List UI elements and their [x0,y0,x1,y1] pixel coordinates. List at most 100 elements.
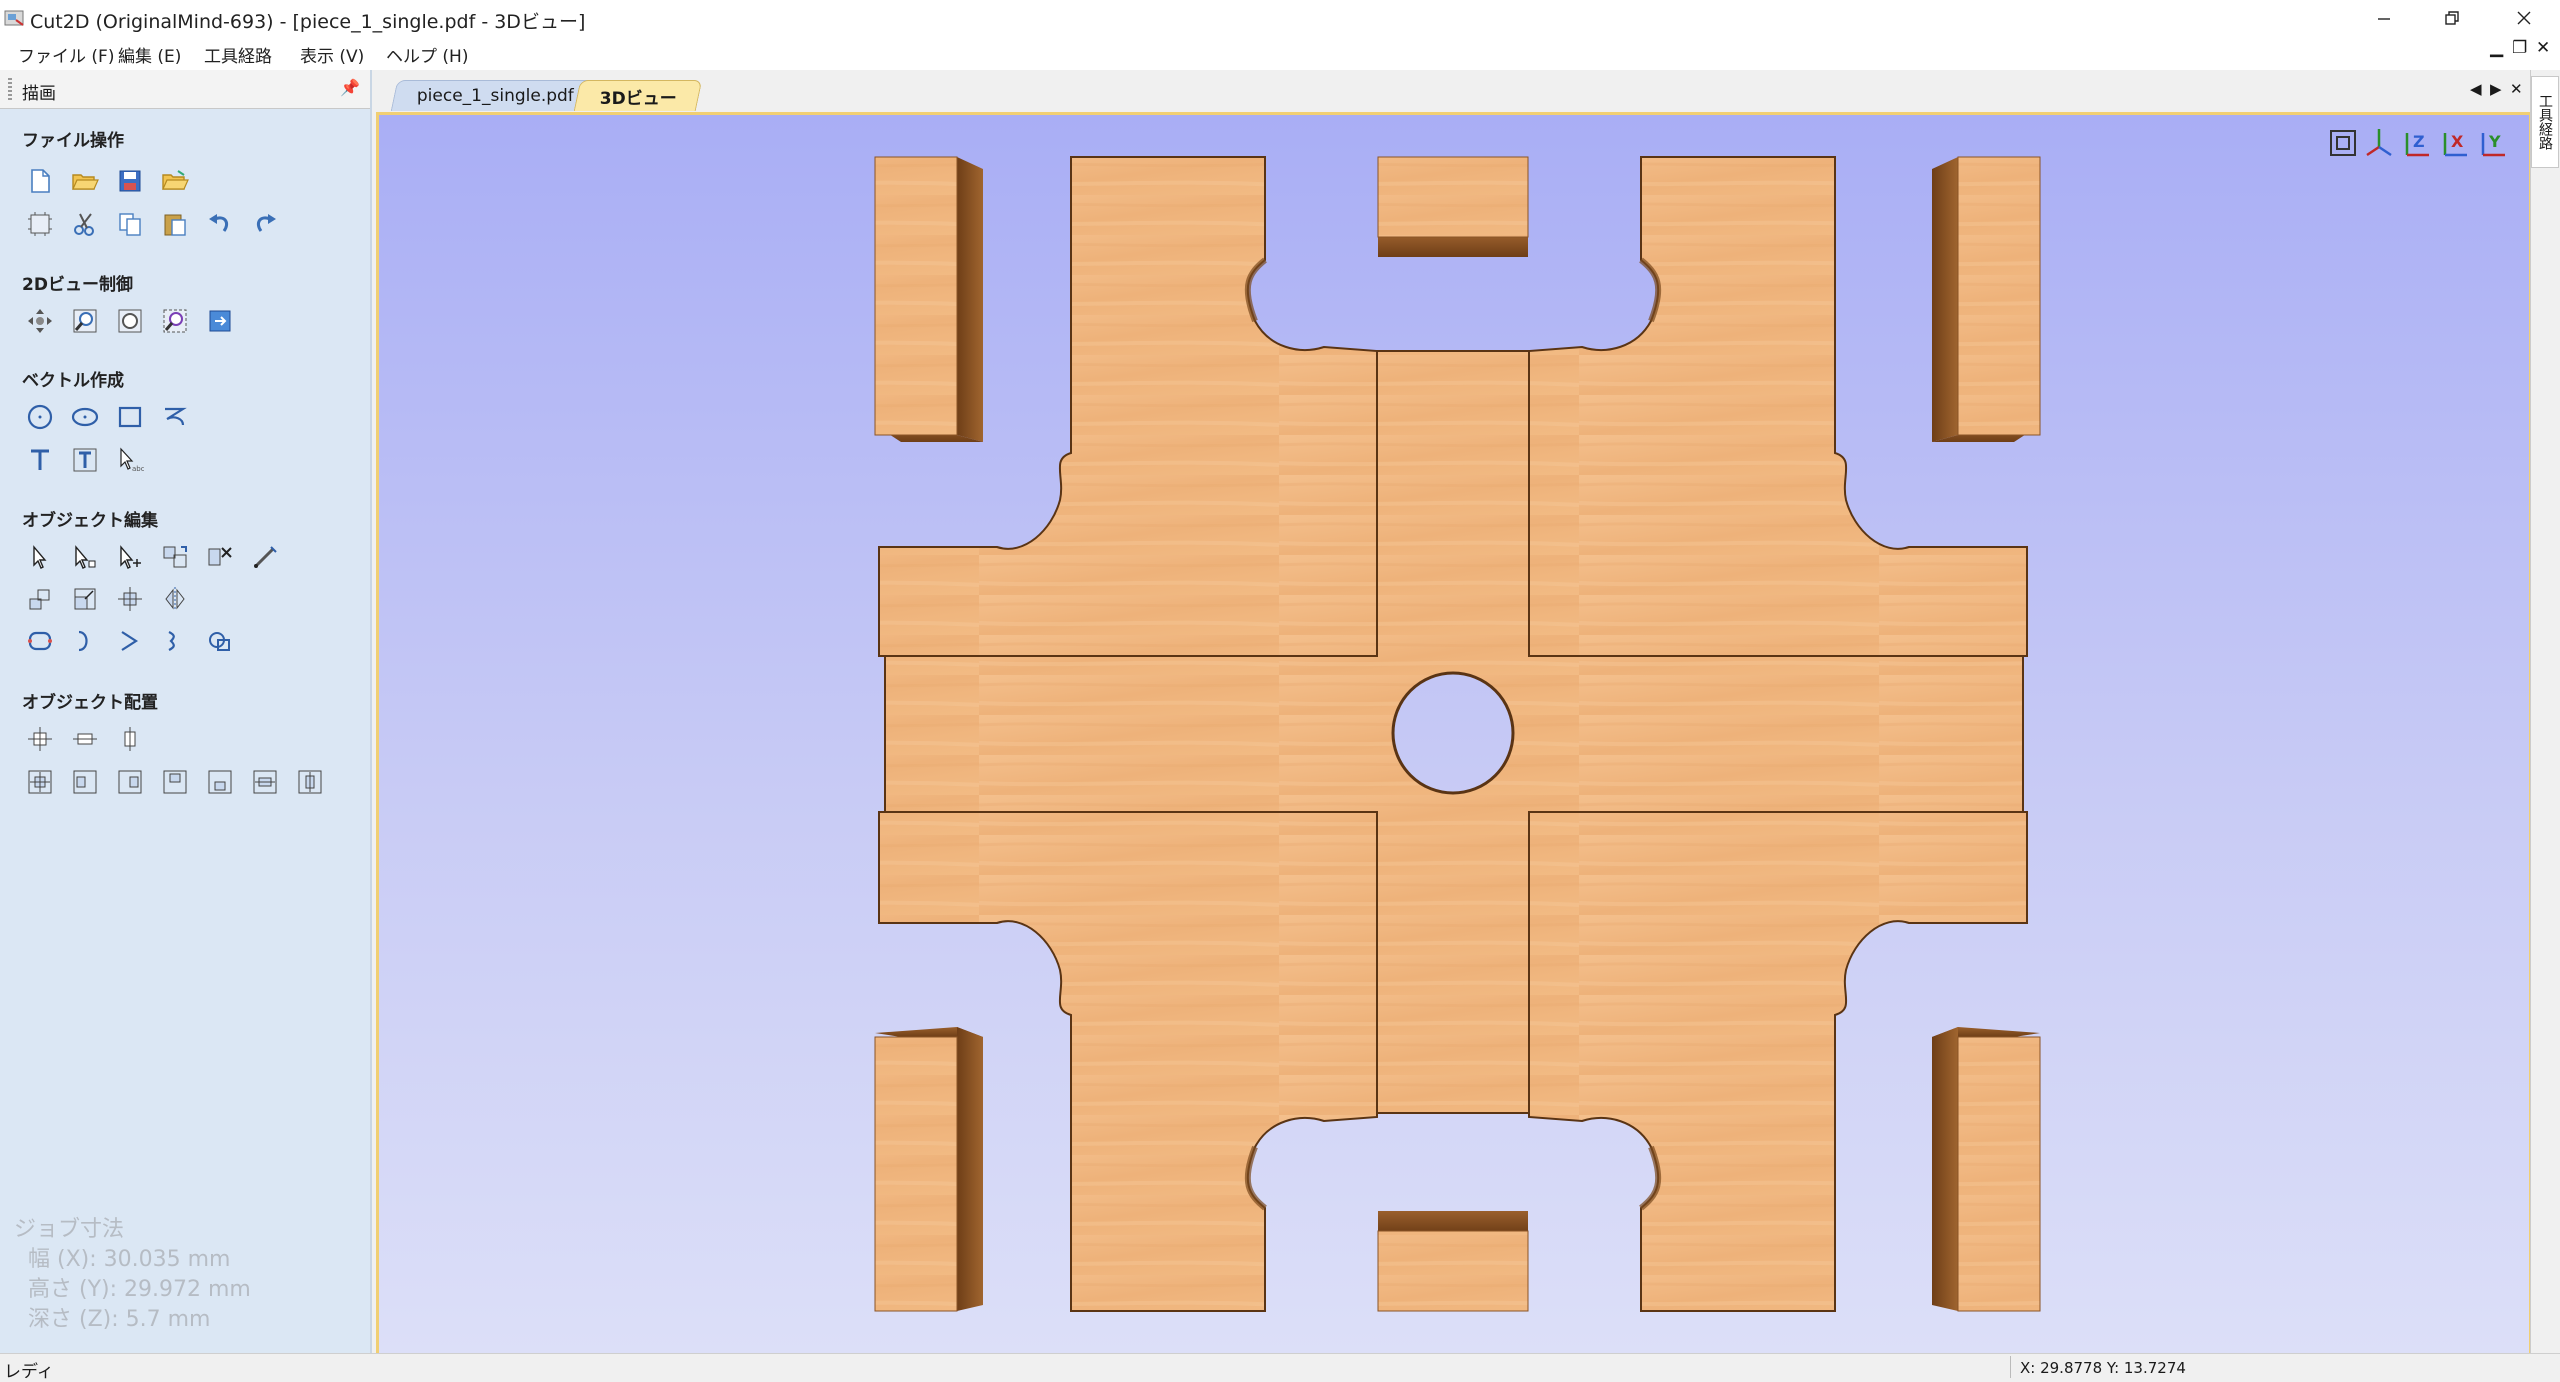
menu-toolpaths[interactable]: 工具経路 [204,42,272,67]
measure-tool-button[interactable] [245,538,285,576]
side-view-y-icon[interactable]: Y [2475,125,2511,161]
status-text: レディ [4,1362,54,1382]
polyline-icon [165,407,187,426]
center-horizontal-button[interactable] [65,720,105,758]
scale-icon [163,546,187,568]
zoom-fit-button[interactable] [110,302,150,340]
cursor-dimension-icon: abc [120,447,144,473]
offset-button[interactable] [200,622,240,660]
menu-help[interactable]: ヘルプ (H) [386,42,468,67]
align-vertical-center-button[interactable] [290,763,330,801]
title-bar: Cut2D (OriginalMind-693) - [piece_1_sing… [0,0,2560,36]
menu-edit[interactable]: 編集 (E) [118,42,181,67]
select-tool-button[interactable] [20,538,60,576]
toolpaths-side-tab[interactable]: 工具経路 [2531,76,2559,168]
pan-button[interactable] [20,302,60,340]
section-file-ops: ファイル操作 [22,131,124,151]
app-icon [4,10,24,26]
top-view-z-icon[interactable]: Z [2399,125,2435,161]
close-vectors-button[interactable] [65,622,105,660]
align-left-button[interactable] [65,763,105,801]
menu-bar: ファイル (F) 編集 (E) 工具経路 表示 (V) ヘルプ (H) [0,36,2560,70]
paste-button[interactable] [155,205,195,243]
curve-fit-button[interactable] [110,622,150,660]
align-vcenter-icon [298,770,322,794]
minimize-button[interactable] [2350,0,2418,36]
delete-duplicates-button[interactable] [200,538,240,576]
resize-button[interactable] [65,580,105,618]
wood-piece-bottom-center-block [1377,1211,1529,1312]
job-dims-heading: ジョブ寸法 [14,1217,125,1242]
panel-grip[interactable] [8,78,12,100]
align-right-button[interactable] [110,763,150,801]
menu-file[interactable]: ファイル (F) [18,42,114,67]
tab-pdf-document[interactable]: piece_1_single.pdf [390,80,600,111]
align-horizontal-center-button[interactable] [245,763,285,801]
tab-3d-view[interactable]: 3Dビュー [573,80,703,111]
center-vertical-icon [124,727,136,751]
center-vertical-button[interactable] [110,720,150,758]
3d-view-canvas[interactable]: Z X Y [376,112,2532,1356]
cursor-coordinates: X: 29.8778 Y: 13.7274 [2020,1359,2186,1377]
delete-vectors-icon [208,547,232,566]
move-button[interactable] [20,580,60,618]
mdi-restore-icon[interactable]: ❐ [2512,38,2527,58]
tab-prev-icon[interactable]: ◀ [2470,80,2482,98]
scale-button[interactable] [155,538,195,576]
center-horizontal-icon [73,733,97,745]
copy-button[interactable] [110,205,150,243]
rotate-button[interactable] [110,580,150,618]
iso-view-icon[interactable] [2361,125,2397,161]
3d-scene[interactable] [379,115,2529,1353]
zoom-button[interactable] [65,302,105,340]
polyline-tool-button[interactable] [155,398,195,436]
smooth-button[interactable] [155,622,195,660]
dimension-tool-button[interactable]: abc [110,441,150,479]
menu-view[interactable]: 表示 (V) [300,42,364,67]
text-box-icon [73,448,97,472]
restore-button[interactable] [2418,0,2486,36]
mdi-minimize-icon[interactable]: ▁ [2490,38,2503,58]
transform-button[interactable] [110,538,150,576]
circle-tool-button[interactable] [20,398,60,436]
align-bottom-button[interactable] [200,763,240,801]
job-depth: 深さ (Z): 5.7 mm [28,1307,211,1332]
close-vectors-icon [78,630,88,652]
mdi-close-icon[interactable]: ✕ [2536,38,2550,58]
align-view-button[interactable] [200,302,240,340]
undo-button[interactable] [200,205,240,243]
pin-icon[interactable]: 📌 [340,78,360,97]
zoom-selection-button[interactable] [155,302,195,340]
import-button[interactable] [155,162,195,200]
node-edit-button[interactable] [65,538,105,576]
align-top-button[interactable] [155,763,195,801]
open-file-button[interactable] [65,162,105,200]
join-vectors-button[interactable] [20,622,60,660]
close-button[interactable] [2490,0,2558,36]
tab-close-icon[interactable]: ✕ [2510,80,2523,98]
tab-next-icon[interactable]: ▶ [2490,80,2502,98]
minimize-icon [2378,18,2390,20]
align-center-button[interactable] [20,763,60,801]
job-setup-button[interactable] [20,205,60,243]
fit-view-icon[interactable] [2325,125,2361,161]
wood-piece-bottom-left-bar [874,1027,983,1312]
rotate-icon [118,587,142,611]
ellipse-tool-button[interactable] [65,398,105,436]
text-tool-button[interactable] [20,441,60,479]
mirror-button[interactable] [155,580,195,618]
paste-icon [164,214,186,236]
redo-button[interactable] [245,205,285,243]
tab-pdf-label: piece_1_single.pdf [416,86,574,106]
cut-button[interactable] [65,205,105,243]
center-in-material-button[interactable] [20,720,60,758]
section-object-layout: オブジェクト配置 [22,693,158,713]
save-file-button[interactable] [110,162,150,200]
rectangle-tool-button[interactable] [110,398,150,436]
text-on-curve-button[interactable] [65,441,105,479]
front-view-x-icon[interactable]: X [2437,125,2473,161]
wood-piece-top-center-block [1377,156,1529,257]
job-width: 幅 (X): 30.035 mm [28,1247,231,1272]
new-file-button[interactable] [20,162,60,200]
mdi-controls: ▁ ❐ ✕ [2490,38,2560,60]
